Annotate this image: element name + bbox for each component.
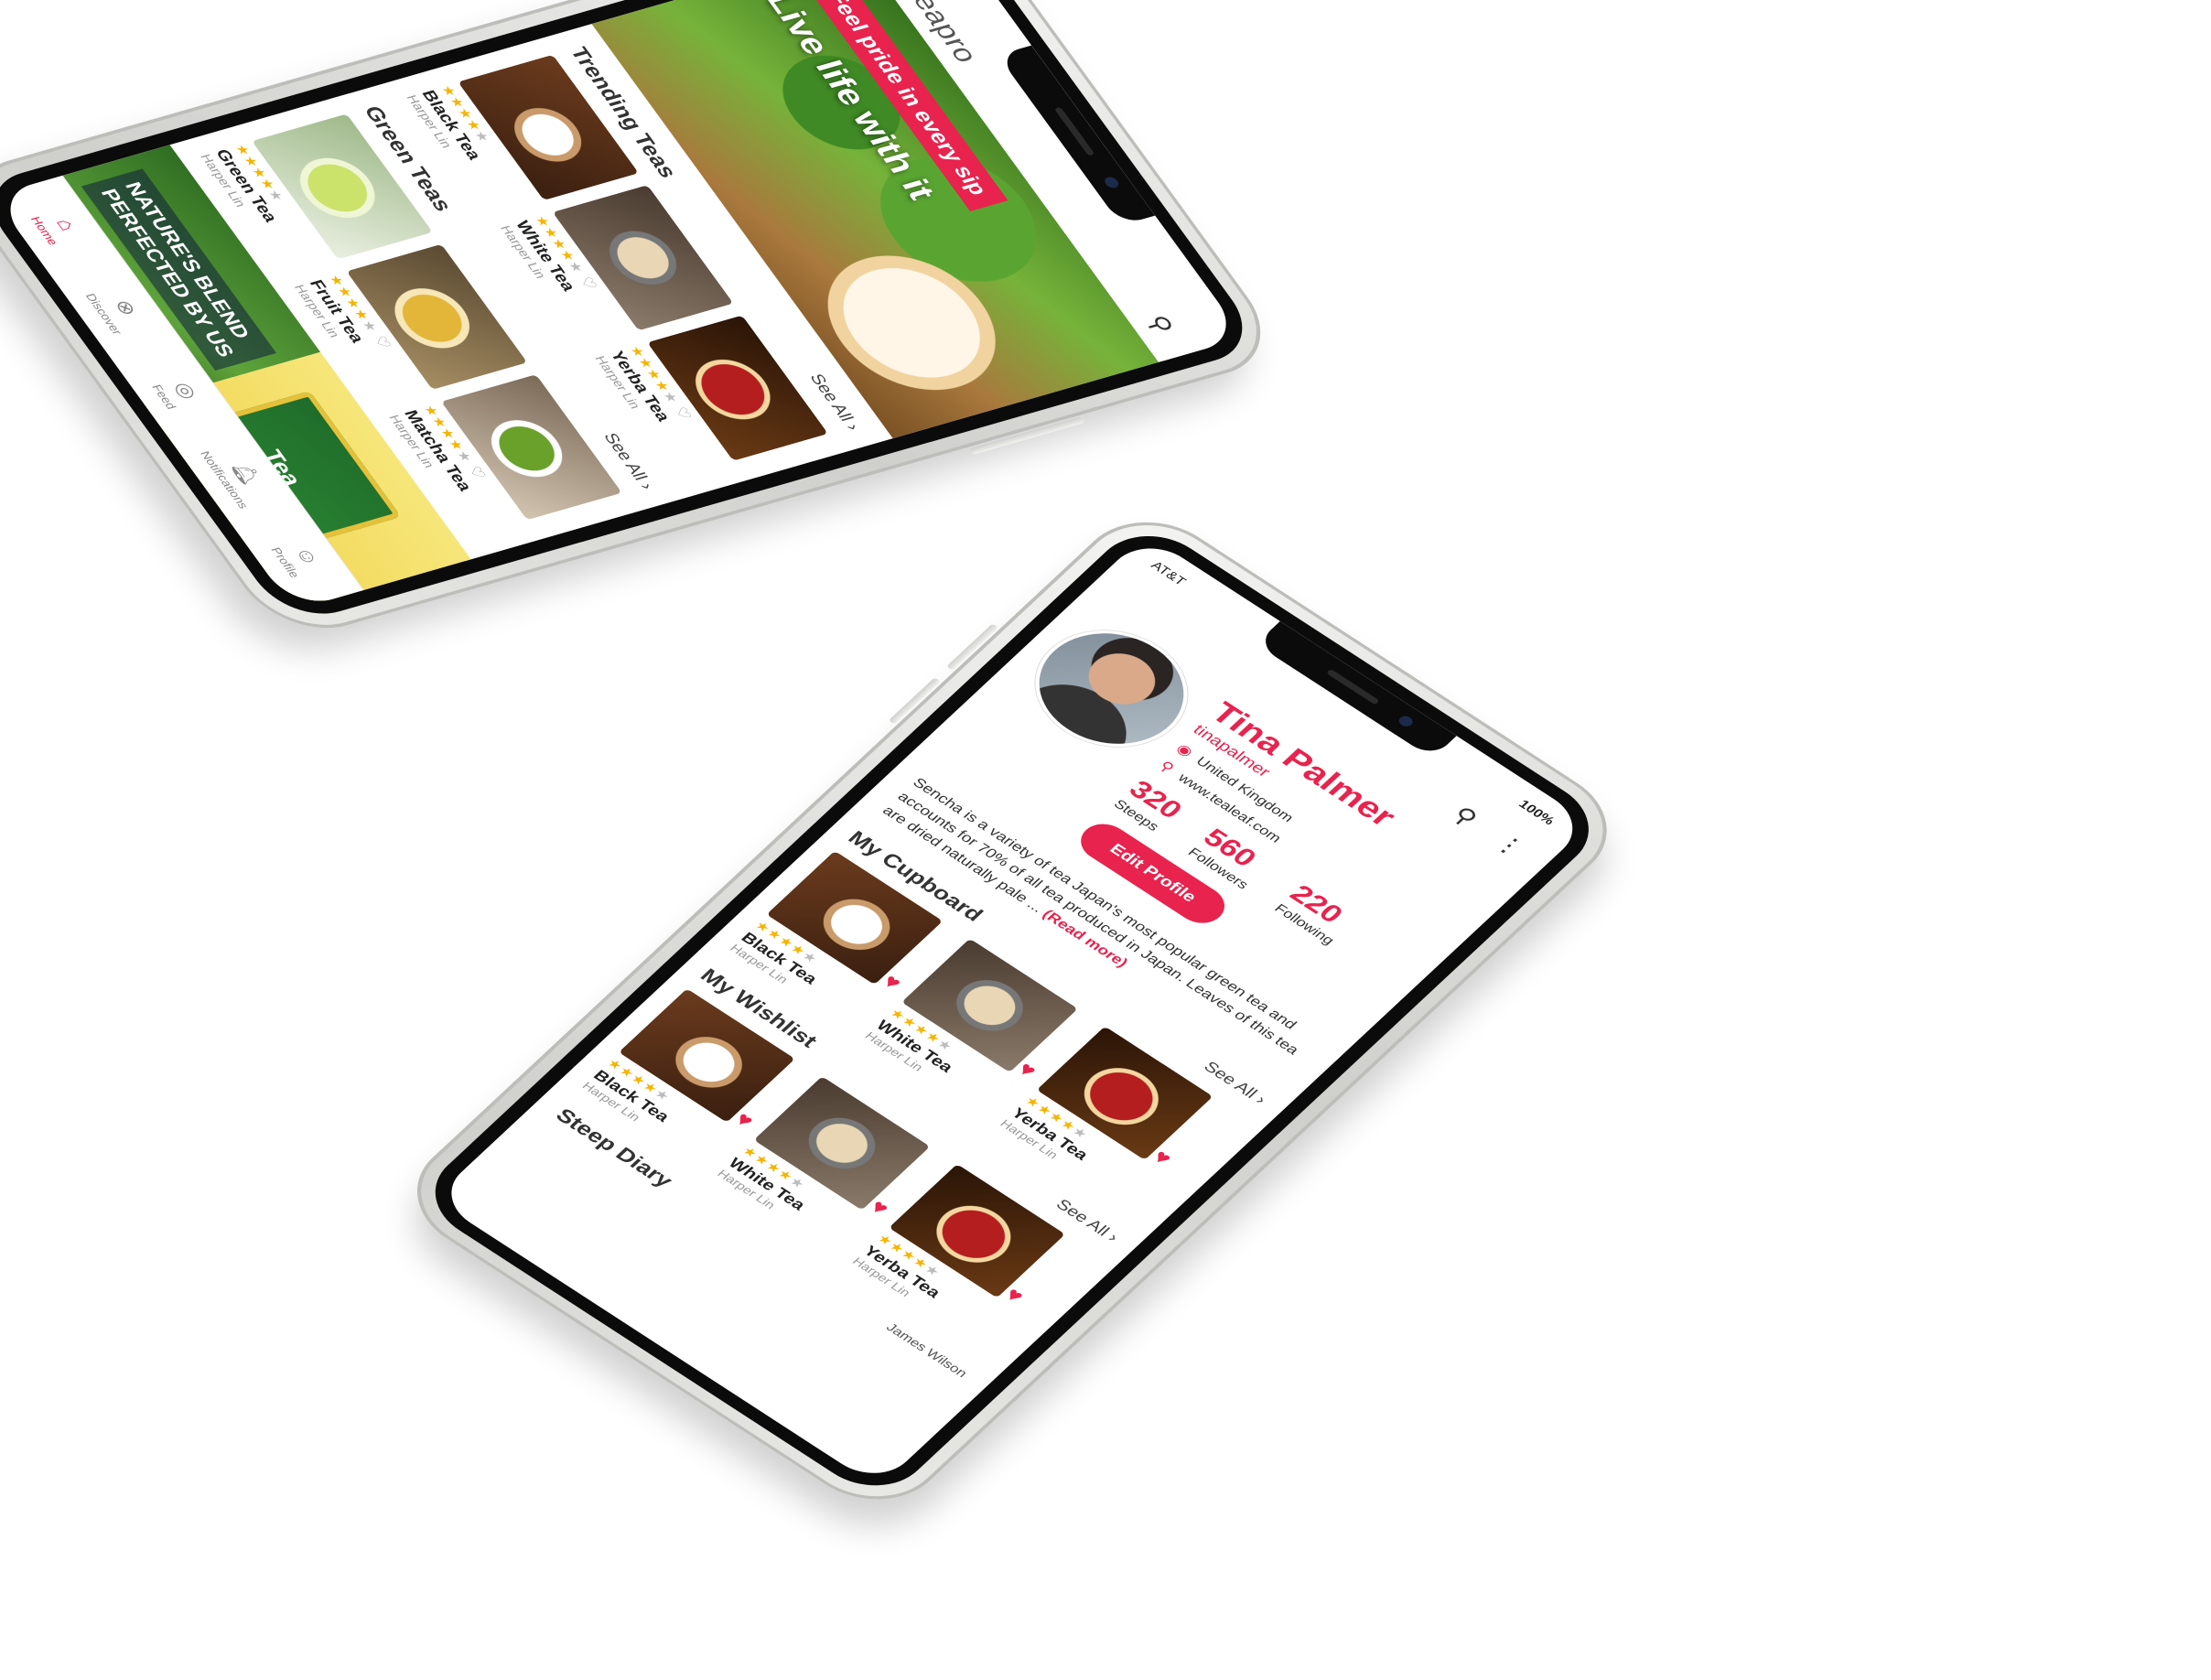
globe-icon: ◉	[1172, 740, 1197, 759]
battery-label: 100%	[1515, 798, 1558, 828]
bezel: AT&T 100% ⚲ ⋮ Tina Palmer tinapalmer ◉ Un…	[411, 517, 1612, 1504]
bezel: teapro ⚲ Feel pride in every sip Live li…	[0, 0, 1266, 626]
stat-steeps[interactable]: 320 Steeps	[1110, 775, 1189, 835]
phone-frame-profile: AT&T 100% ⚲ ⋮ Tina Palmer tinapalmer ◉ Un…	[387, 499, 1637, 1524]
home-screen: teapro ⚲ Feel pride in every sip Live li…	[0, 0, 1245, 610]
home-icon: ⌂	[50, 216, 81, 233]
profile-screen: AT&T 100% ⚲ ⋮ Tina Palmer tinapalmer ◉ Un…	[433, 533, 1591, 1488]
camera	[1102, 176, 1121, 189]
location-icon: ⚲	[1156, 758, 1178, 776]
camera	[1396, 714, 1416, 729]
phone-profile: AT&T 100% ⚲ ⋮ Tina Palmer tinapalmer ◉ Un…	[387, 499, 1637, 1524]
carrier-label: AT&T	[1148, 559, 1189, 588]
